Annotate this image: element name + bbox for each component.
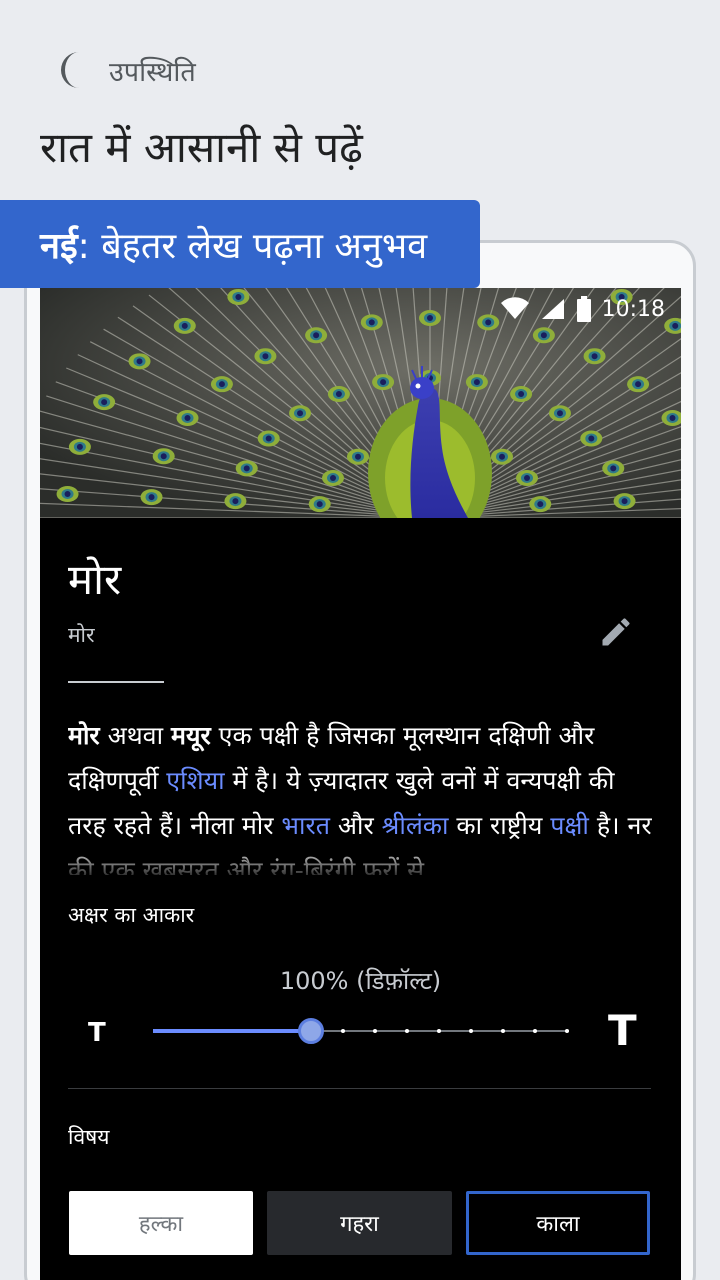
pencil-icon[interactable]: [598, 614, 634, 650]
body-text: का राष्ट्रीय: [448, 811, 551, 840]
peacock-image: [40, 288, 681, 518]
theme-light-button[interactable]: हल्का: [69, 1191, 253, 1255]
status-time: 10:18: [601, 296, 665, 322]
font-size-value: 100% (डिफ़ॉल्ट): [279, 967, 442, 995]
moon-icon: [61, 52, 79, 88]
font-size-label: अक्षर का आकार: [68, 903, 195, 927]
increase-font-button[interactable]: T: [608, 1006, 637, 1055]
status-bar: 10:18: [500, 296, 665, 322]
slider-tick: [373, 1029, 378, 1033]
slider-tick: [405, 1029, 410, 1033]
slider-tick: [501, 1029, 506, 1033]
title-divider: [68, 681, 164, 683]
new-feature-banner: नई: बेहतर लेख पढ़ना अनुभव: [0, 200, 480, 288]
section-header: उपस्थिति: [55, 48, 196, 92]
slider-fill: [153, 1029, 312, 1033]
page-title: रात में आसानी से पढ़ें: [40, 123, 363, 172]
article-description: मोर: [68, 623, 95, 647]
slider-tick: [533, 1029, 537, 1033]
slider-tick: [565, 1029, 569, 1033]
theme-dark-button[interactable]: गहरा: [267, 1191, 452, 1255]
link-india[interactable]: भारत: [281, 811, 330, 840]
body-text: अथवा: [99, 721, 172, 750]
battery-icon: [576, 296, 591, 322]
theme-black-button[interactable]: काला: [466, 1191, 650, 1255]
link-srilanka[interactable]: श्रीलंका: [382, 811, 449, 840]
body-text: और: [329, 811, 382, 840]
section-label: उपस्थिति: [109, 56, 196, 88]
bold-word: मोर: [68, 721, 100, 750]
banner-text: : बेहतर लेख पढ़ना अनुभव: [77, 225, 428, 267]
bold-word: मयूर: [171, 721, 211, 750]
slider-tick: [469, 1029, 474, 1033]
decrease-font-button[interactable]: T: [88, 1018, 106, 1048]
link-asia[interactable]: एशिया: [166, 766, 224, 795]
article-title: मोर: [68, 555, 122, 604]
banner-bold-text: नई: [40, 225, 78, 267]
wifi-icon: [500, 297, 529, 319]
phone-screen: 10:18 मोर मोर मोर अथवा मयूर एक पक्षी है …: [40, 288, 681, 1280]
theme-label: विषय: [68, 1125, 110, 1149]
slider-tick: [437, 1029, 442, 1033]
signal-icon: [541, 299, 564, 319]
slider-thumb[interactable]: [298, 1018, 325, 1044]
settings-divider: [68, 1088, 651, 1089]
slider-tick: [341, 1029, 346, 1033]
text-fade: [40, 843, 681, 883]
font-size-slider[interactable]: [153, 1016, 569, 1046]
link-bird[interactable]: पक्षी: [550, 811, 589, 840]
